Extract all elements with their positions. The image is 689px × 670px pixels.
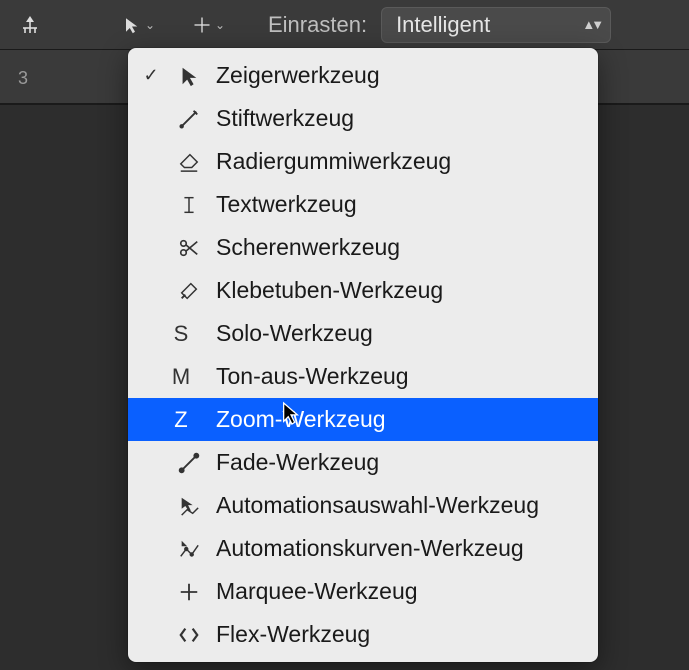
- menu-item-label: Zeigerwerkzeug: [216, 62, 380, 89]
- cmd-click-tool-dropdown[interactable]: ⌄: [178, 7, 240, 43]
- toolbar: ⌄ ⌄ Einrasten: Intelligent ▲▼: [0, 0, 689, 50]
- autosel-icon: [174, 495, 204, 517]
- flex-icon: [174, 624, 204, 646]
- snap-label: Einrasten:: [268, 12, 367, 38]
- menu-item-label: Flex-Werkzeug: [216, 621, 370, 648]
- menu-item-flex-werkzeug[interactable]: Flex-Werkzeug: [128, 613, 598, 656]
- eraser-icon: [174, 151, 204, 173]
- menu-item-scherenwerkzeug[interactable]: Scherenwerkzeug: [128, 226, 598, 269]
- left-click-tool-dropdown[interactable]: ⌄: [108, 7, 170, 43]
- menu-item-marquee-werkzeug[interactable]: Marquee-Werkzeug: [128, 570, 598, 613]
- pencil-icon: [174, 108, 204, 130]
- snap-mode-select[interactable]: Intelligent ▲▼: [381, 7, 611, 43]
- chevron-down-icon: ⌄: [145, 18, 155, 32]
- menu-item-label: Scherenwerkzeug: [216, 234, 400, 261]
- check-icon: ✓: [140, 65, 162, 86]
- marquee-icon: [174, 581, 204, 603]
- menu-item-label: Ton-aus-Werkzeug: [216, 363, 409, 390]
- menu-item-label: Zoom-Werkzeug: [216, 406, 386, 433]
- menu-item-klebetuben-werkzeug[interactable]: Klebetuben-Werkzeug: [128, 269, 598, 312]
- menu-item-shortcut: S: [168, 321, 194, 347]
- pointer-icon: [174, 65, 204, 87]
- menu-item-label: Automationskurven-Werkzeug: [216, 535, 524, 562]
- menu-item-automationsauswahl-werkzeug[interactable]: Automationsauswahl-Werkzeug: [128, 484, 598, 527]
- menu-item-label: Solo-Werkzeug: [216, 320, 373, 347]
- menu-item-radiergummiwerkzeug[interactable]: Radiergummiwerkzeug: [128, 140, 598, 183]
- tool-menu: ✓ Zeigerwerkzeug Stiftwerkzeug Radiergummiw…: [128, 48, 598, 662]
- menu-item-label: Automationsauswahl-Werkzeug: [216, 492, 539, 519]
- scissors-icon: [174, 237, 204, 259]
- fade-icon: [174, 452, 204, 474]
- menu-item-solo-werkzeug[interactable]: S Solo-Werkzeug: [128, 312, 598, 355]
- menu-item-ton-aus-werkzeug[interactable]: M Ton-aus-Werkzeug: [128, 355, 598, 398]
- menu-item-label: Klebetuben-Werkzeug: [216, 277, 443, 304]
- menu-item-textwerkzeug[interactable]: Textwerkzeug: [128, 183, 598, 226]
- text-icon: [174, 194, 204, 216]
- menu-item-fade-werkzeug[interactable]: Fade-Werkzeug: [128, 441, 598, 484]
- menu-item-shortcut: Z: [168, 407, 194, 433]
- menu-item-label: Stiftwerkzeug: [216, 105, 354, 132]
- menu-item-automationskurven-werkzeug[interactable]: Automationskurven-Werkzeug: [128, 527, 598, 570]
- menu-item-label: Fade-Werkzeug: [216, 449, 379, 476]
- menu-item-zoom-werkzeug[interactable]: Z Zoom-Werkzeug: [128, 398, 598, 441]
- chevron-down-icon: ⌄: [215, 18, 225, 32]
- snap-mode-value: Intelligent: [396, 12, 490, 38]
- menu-item-zeigerwerkzeug[interactable]: ✓ Zeigerwerkzeug: [128, 54, 598, 97]
- menu-item-label: Textwerkzeug: [216, 191, 357, 218]
- menu-item-stiftwerkzeug[interactable]: Stiftwerkzeug: [128, 97, 598, 140]
- catch-playhead-button[interactable]: [8, 7, 52, 43]
- updown-icon: ▲▼: [582, 17, 600, 32]
- menu-item-label: Marquee-Werkzeug: [216, 578, 418, 605]
- menu-item-shortcut: M: [168, 364, 194, 390]
- ruler-bar-number: 3: [18, 68, 28, 89]
- menu-item-label: Radiergummiwerkzeug: [216, 148, 451, 175]
- autocurve-icon: [174, 538, 204, 560]
- glue-icon: [174, 280, 204, 302]
